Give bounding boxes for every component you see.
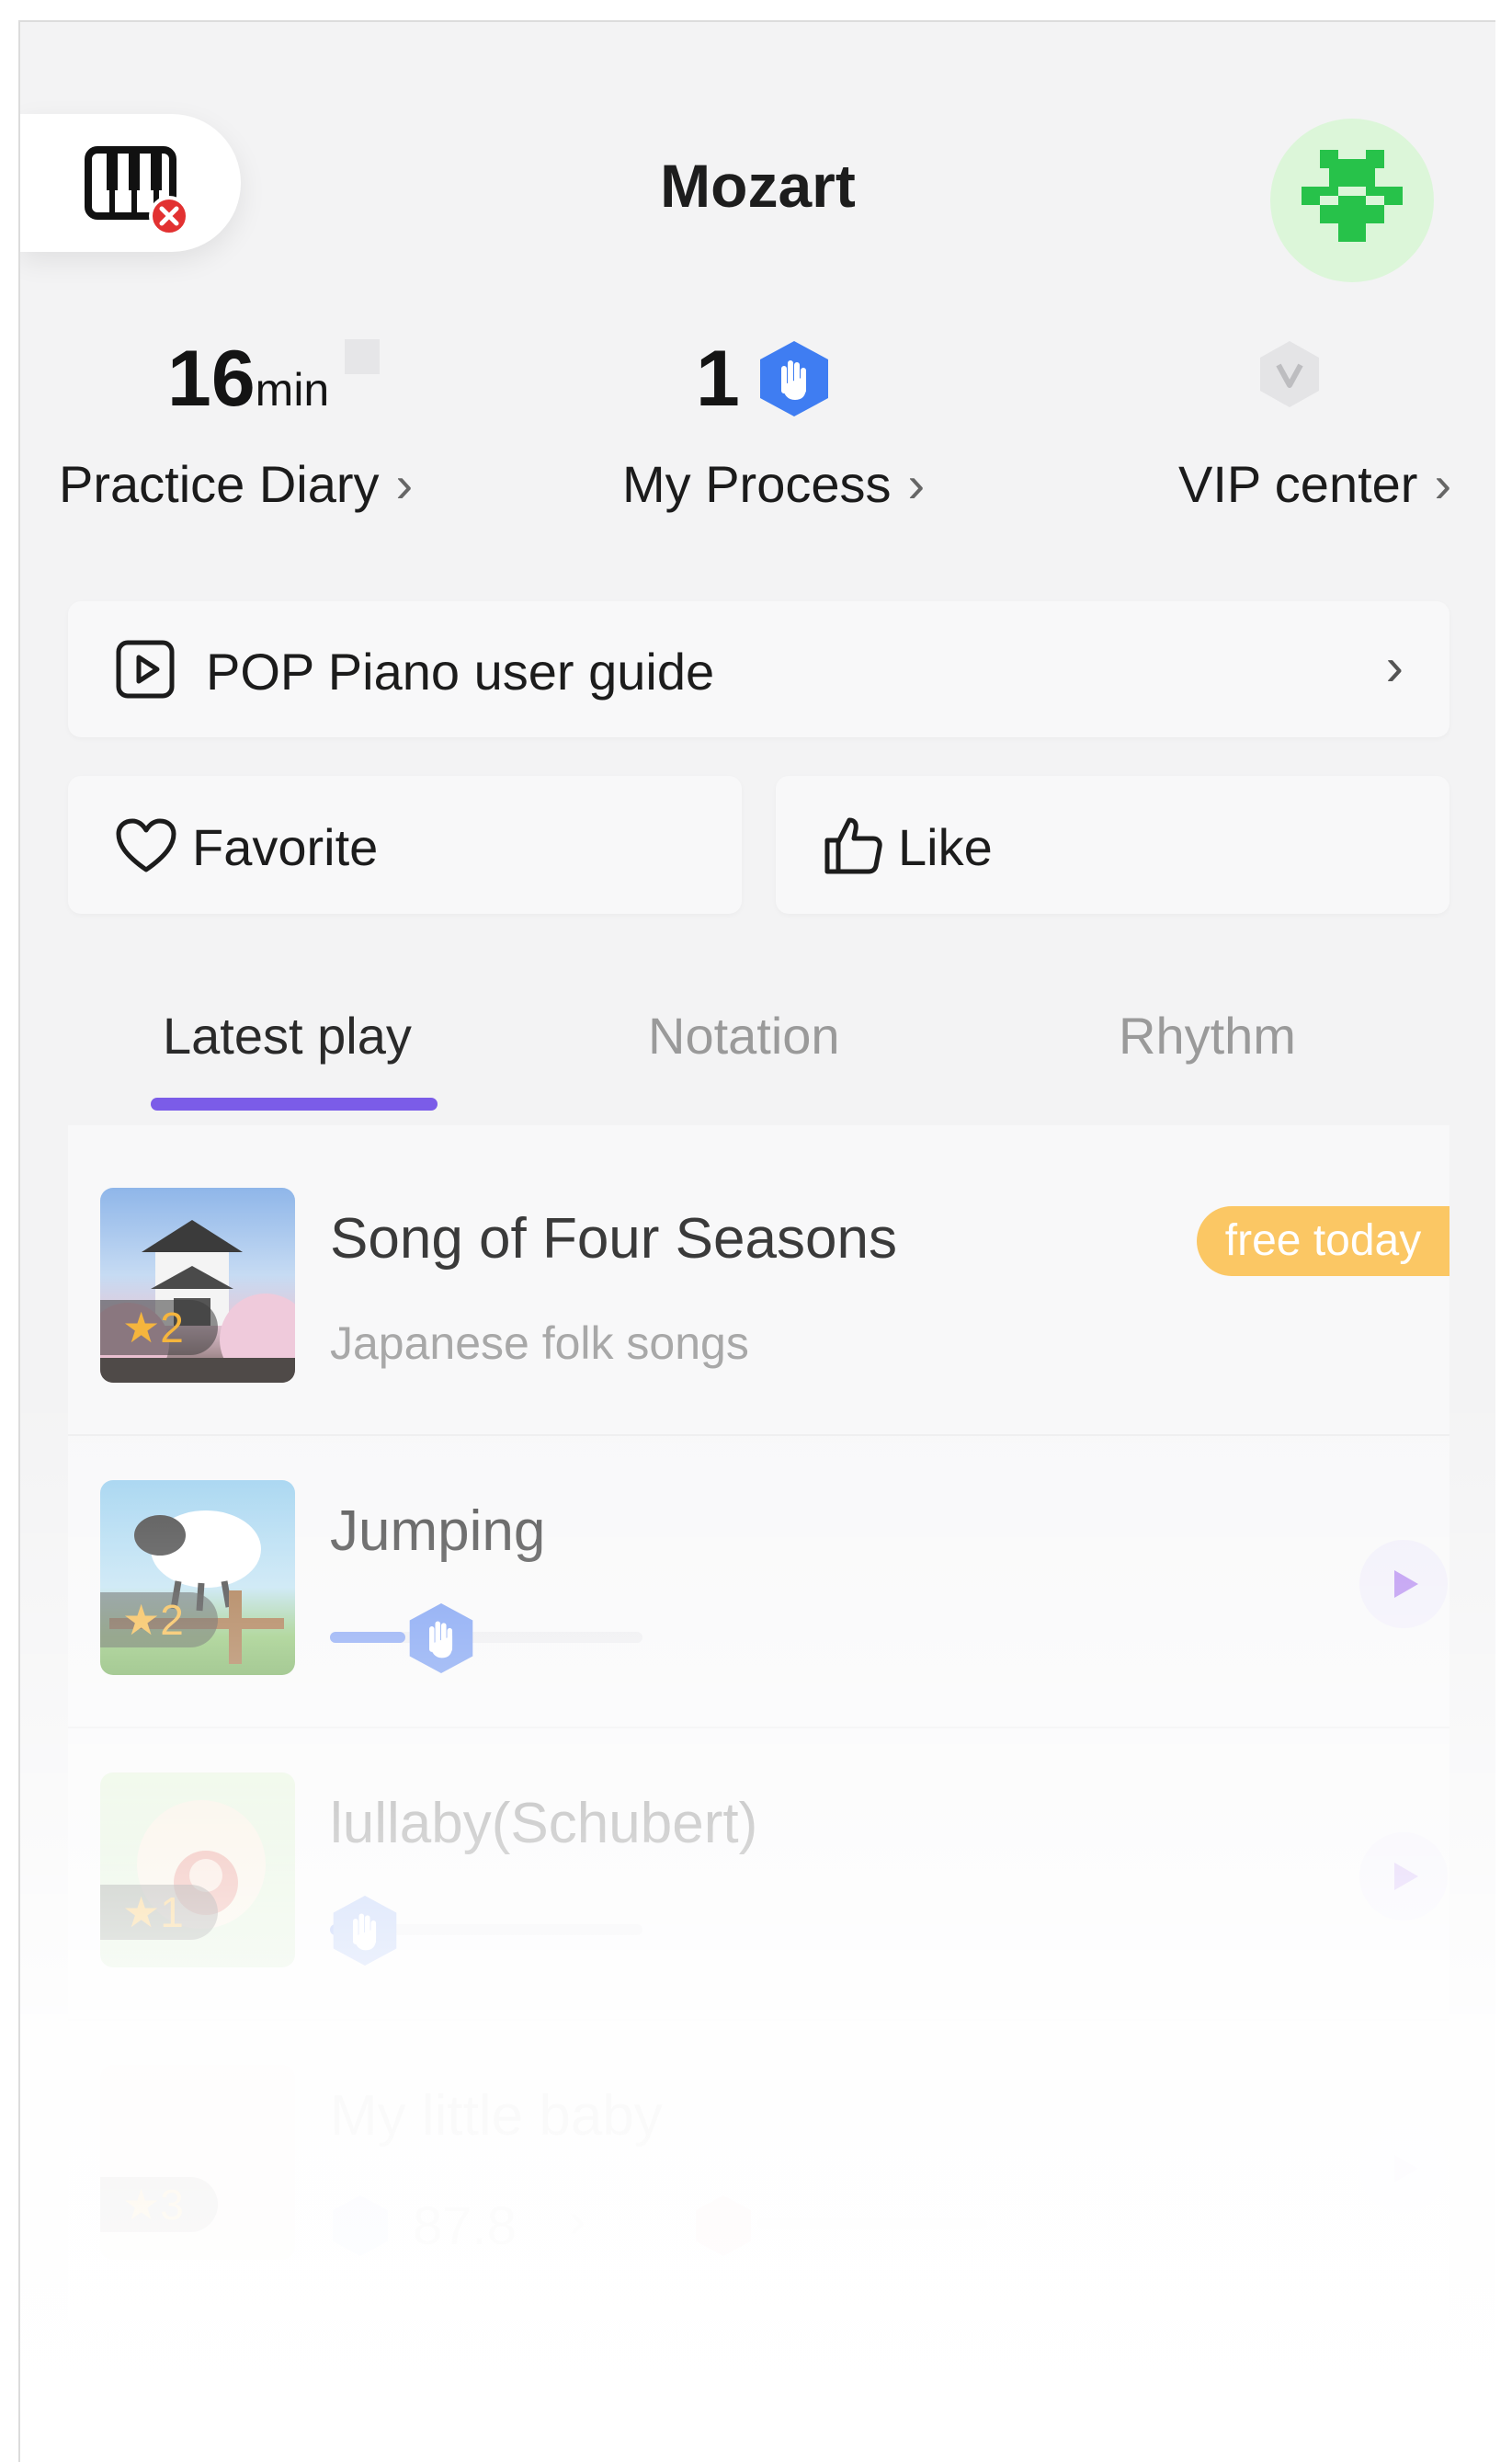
practice-minutes-unit: min xyxy=(255,364,330,416)
play-button[interactable] xyxy=(1359,1832,1448,1921)
favorite-label: Favorite xyxy=(192,818,379,876)
difficulty-stars: ★1 xyxy=(100,1885,218,1940)
vip-status xyxy=(1256,339,1323,414)
song-subtitle: Japanese folk songs xyxy=(330,1317,749,1369)
practice-minutes: 16min xyxy=(167,339,380,418)
pixel-avatar-icon xyxy=(1302,150,1403,242)
play-square-icon xyxy=(116,640,175,699)
chevron-right-icon: › xyxy=(1385,637,1404,697)
avatar[interactable] xyxy=(1270,119,1434,282)
list-item[interactable]: ★2 Jumping xyxy=(68,1434,1449,1728)
play-icon xyxy=(1394,2155,1418,2183)
chevron-right-icon: › xyxy=(569,2193,585,2248)
hand-score-icon xyxy=(333,2195,388,2256)
song-cover: ★2 xyxy=(100,1188,295,1383)
hand-progress-icon xyxy=(409,1603,473,1673)
practice-diary-label: Practice Diary xyxy=(59,455,380,513)
tab-notation[interactable]: Notation xyxy=(648,1006,840,1066)
song-cover: ★2 xyxy=(100,1480,295,1675)
like-label: Like xyxy=(898,818,993,876)
play-icon xyxy=(1394,1570,1418,1598)
hand-progress-icon xyxy=(333,1896,397,1966)
difficulty-stars: ★2 xyxy=(100,1300,218,1355)
tab-rhythm[interactable]: Rhythm xyxy=(1119,1006,1296,1066)
song-title: My little baby xyxy=(330,2084,663,2148)
vip-center-link[interactable]: VIP center › xyxy=(1178,454,1451,514)
rhythm-badge-icon xyxy=(696,2195,751,2256)
progress-fill xyxy=(330,1632,405,1643)
chevron-right-icon: › xyxy=(907,455,926,513)
process-count: 1 xyxy=(696,339,832,418)
hand-badge-icon xyxy=(760,341,829,416)
play-icon xyxy=(1394,1863,1418,1890)
favorite-button[interactable]: Favorite xyxy=(68,776,742,914)
practice-minutes-value: 16 xyxy=(167,335,256,423)
song-title: lullaby(Schubert) xyxy=(330,1792,758,1855)
song-cover: ★3 xyxy=(100,2065,295,2260)
list-item[interactable]: ★1 lullaby(Schubert) xyxy=(68,1727,1449,2021)
practice-diary-link[interactable]: Practice Diary › xyxy=(59,454,413,514)
play-button[interactable] xyxy=(1359,2125,1448,2213)
difficulty-stars: ★3 xyxy=(100,2177,218,2232)
list-item[interactable]: ★2 Song of Four Seasons Japanese folk so… xyxy=(68,1142,1449,1436)
process-count-value: 1 xyxy=(696,335,740,423)
chevron-right-icon: › xyxy=(1434,455,1452,513)
difficulty-stars: ★2 xyxy=(100,1592,218,1647)
progress-track xyxy=(757,2218,987,2229)
tab-latest-play[interactable]: Latest play xyxy=(163,1006,412,1066)
song-title: Jumping xyxy=(330,1499,546,1563)
score-value: 87.8 xyxy=(413,2196,517,2256)
list-item[interactable]: ★3 My little baby 87.8 › xyxy=(68,2019,1449,2311)
free-today-badge: free today xyxy=(1197,1206,1449,1276)
profile-screen: Mozart 16min Practice Diary › 1 My Proce… xyxy=(18,20,1495,2462)
user-guide-label: POP Piano user guide xyxy=(206,643,715,701)
my-process-link[interactable]: My Process › xyxy=(622,454,925,514)
heart-icon xyxy=(116,818,176,872)
vip-center-label: VIP center xyxy=(1178,455,1418,513)
vip-badge-icon xyxy=(1260,341,1319,407)
song-title: Song of Four Seasons xyxy=(330,1207,897,1271)
progress-track xyxy=(330,1632,642,1643)
active-tab-indicator xyxy=(151,1098,438,1111)
placeholder-square-icon xyxy=(344,339,380,374)
chevron-right-icon: › xyxy=(395,455,414,513)
user-guide-card[interactable]: POP Piano user guide › xyxy=(68,601,1449,737)
song-cover: ★1 xyxy=(100,1772,295,1967)
play-button[interactable] xyxy=(1359,1540,1448,1628)
my-process-label: My Process xyxy=(622,455,892,513)
like-button[interactable]: Like xyxy=(776,776,1449,914)
thumbs-up-icon xyxy=(824,817,882,874)
